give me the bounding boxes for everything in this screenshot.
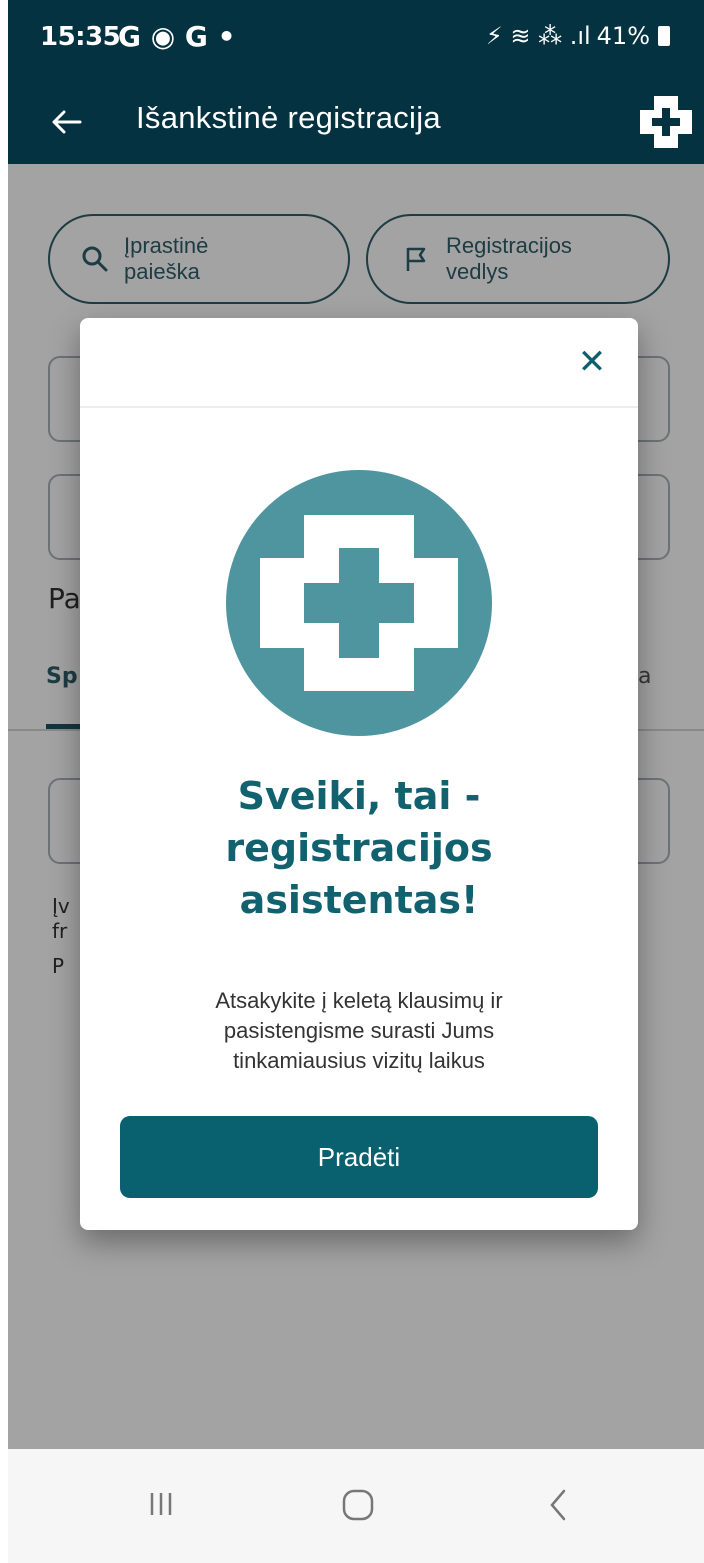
medical-cross-icon — [636, 92, 696, 152]
system-nav-bar — [8, 1449, 704, 1563]
battery-icon — [658, 26, 670, 46]
back-arrow-icon[interactable] — [42, 98, 90, 146]
start-button[interactable]: Pradėti — [120, 1116, 598, 1198]
nav-back-icon[interactable] — [542, 1485, 574, 1525]
modal-header-divider — [80, 406, 638, 408]
assistant-modal: ✕ Sveiki, tai - registracijos asistentas… — [80, 318, 638, 1230]
status-time: 15:35 — [40, 22, 121, 52]
phone-screen: 15:35 G ◉ G • ⚡ ≋ ⁂ .ıl 41% Išankstinė r… — [8, 0, 704, 1563]
signal-icons: ⚡ ≋ ⁂ .ıl — [485, 22, 591, 50]
status-indicators-group: ⚡ ≋ ⁂ .ıl 41% — [486, 22, 670, 50]
close-icon[interactable]: ✕ — [570, 340, 614, 384]
app-bar: Išankstinė registracija — [8, 82, 704, 164]
modal-heading: Sveiki, tai - registracijos asistentas! — [225, 774, 493, 922]
modal-description: Atsakykite į keletą klausimų ir pasisten… — [215, 988, 503, 1073]
home-icon[interactable] — [338, 1485, 378, 1525]
medical-cross-illustration-icon — [226, 470, 492, 736]
status-app-icons: G ◉ G • — [118, 20, 236, 53]
status-bar: 15:35 G ◉ G • ⚡ ≋ ⁂ .ıl 41% — [8, 0, 704, 82]
recent-apps-icon[interactable] — [144, 1487, 178, 1521]
battery-percent: 41% — [596, 22, 650, 50]
page-title: Išankstinė registracija — [136, 100, 441, 135]
